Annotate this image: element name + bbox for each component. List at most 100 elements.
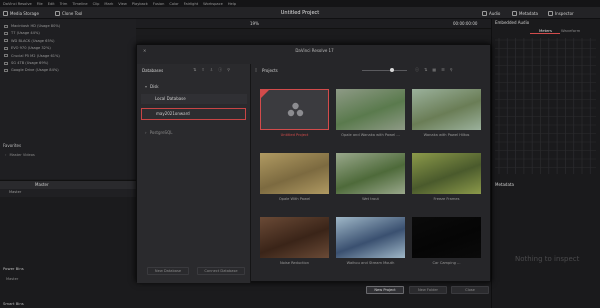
menu-item[interactable]: File bbox=[37, 2, 43, 6]
drive-icon bbox=[4, 24, 8, 28]
drive-icon bbox=[4, 39, 8, 43]
zoom-level[interactable]: 19% bbox=[250, 21, 259, 26]
project-tile[interactable]: Untitled Project bbox=[260, 89, 329, 143]
close-button[interactable]: Close bbox=[451, 286, 489, 294]
download-icon[interactable]: ⇩ bbox=[210, 67, 213, 73]
project-tile[interactable]: Waihou and Stream Mouth bbox=[336, 217, 405, 271]
empty-inspector-text: Nothing to inspect bbox=[515, 255, 580, 263]
menu-item[interactable]: Help bbox=[228, 2, 236, 6]
projects-panel: ▯ Projects ⓘ ⇅ ▦ ☰ ⚲ Untitled Project Opa… bbox=[252, 64, 492, 294]
thumbnail-zoom-slider[interactable] bbox=[362, 70, 407, 71]
volume-item[interactable]: WD BLACK (Usage 65%) bbox=[4, 39, 55, 43]
power-bin-master[interactable]: Master bbox=[6, 277, 18, 281]
audio-icon bbox=[482, 10, 487, 16]
list-view-icon[interactable]: ☰ bbox=[441, 67, 445, 73]
search-icon[interactable]: ⚲ bbox=[227, 67, 230, 73]
menu-item[interactable]: View bbox=[118, 2, 127, 6]
info-icon[interactable]: ⓘ bbox=[218, 67, 222, 73]
project-name: Waihou and Stream Mouth bbox=[346, 261, 395, 265]
local-database-item[interactable]: Local Database bbox=[141, 94, 247, 104]
power-bins-title: Power Bins bbox=[3, 266, 24, 271]
project-tile[interactable]: Opale With Pawel bbox=[260, 153, 329, 207]
volume-label: T7 (Usage 44%) bbox=[11, 31, 40, 36]
project-tile[interactable]: Noise Reduction bbox=[260, 217, 329, 271]
inspector-button[interactable]: Inspector bbox=[548, 9, 574, 17]
metadata-panel-title: Metadata bbox=[495, 182, 514, 187]
bin-item-label: Master bbox=[9, 190, 22, 194]
project-tile[interactable]: Wet trout bbox=[336, 153, 405, 207]
audio-label: Audio bbox=[489, 10, 501, 16]
project-name: Car Camping ... bbox=[432, 261, 461, 265]
upload-icon[interactable]: ⇪ bbox=[201, 67, 204, 73]
volume-item[interactable]: T7 (Usage 44%) bbox=[4, 31, 40, 35]
clone-tool-label: Clone Tool bbox=[62, 10, 83, 16]
drive-icon bbox=[4, 61, 8, 65]
search-icon[interactable]: ⚲ bbox=[450, 67, 453, 73]
project-thumbnail bbox=[336, 89, 405, 130]
disk-group: ▾ Disk bbox=[145, 84, 159, 89]
volume-item[interactable]: Macintosh HD (Usage 80%) bbox=[4, 24, 60, 28]
volume-label: SG 4TB (Usage 69%) bbox=[11, 61, 49, 65]
sort-icon[interactable]: ⇅ bbox=[193, 67, 196, 73]
metadata-button[interactable]: Metadata bbox=[512, 9, 538, 17]
sort-icon[interactable]: ⇅ bbox=[424, 67, 427, 73]
tab-waveform[interactable]: Waveform bbox=[561, 28, 580, 33]
project-tile[interactable]: Wanaka with Pawel Hiltos bbox=[412, 89, 481, 143]
menu-item[interactable]: Playback bbox=[132, 2, 148, 6]
project-tile[interactable]: Car Camping ... bbox=[412, 217, 481, 271]
menu-item[interactable]: Clip bbox=[93, 2, 100, 6]
menu-item[interactable]: Color bbox=[169, 2, 178, 6]
volume-item[interactable]: SG 4TB (Usage 69%) bbox=[4, 61, 48, 65]
volume-item[interactable]: EVO 970 (Usage 32%) bbox=[4, 46, 51, 50]
menu-item[interactable]: Fusion bbox=[153, 2, 165, 6]
project-tile[interactable]: Opale and Wanaka with Pawel ... bbox=[336, 89, 405, 143]
menu-item[interactable]: Timeline bbox=[72, 2, 87, 6]
resolve-logo-icon bbox=[261, 90, 304, 117]
inspector-label: Inspector bbox=[555, 10, 574, 16]
clone-tool-icon bbox=[55, 10, 60, 16]
projects-header: Projects bbox=[262, 68, 278, 73]
drive-icon bbox=[4, 54, 8, 58]
menu-item[interactable]: Mark bbox=[104, 2, 113, 6]
inspector-icon bbox=[548, 10, 553, 16]
menu-item[interactable]: Edit bbox=[48, 2, 55, 6]
chevron-down-icon: ▾ bbox=[145, 84, 148, 89]
top-toolbar: Media Storage Clone Tool Untitled Projec… bbox=[0, 7, 600, 19]
new-project-button[interactable]: New Project bbox=[366, 286, 404, 294]
menu-item[interactable]: Fairlight bbox=[184, 2, 198, 6]
media-storage-button[interactable]: Media Storage bbox=[3, 9, 39, 17]
menu-item[interactable]: DaVinci Resolve bbox=[3, 2, 32, 6]
menu-bar: DaVinci Resolve File Edit Trim Timeline Clip M… bbox=[0, 0, 600, 7]
menu-item[interactable]: Trim bbox=[60, 2, 68, 6]
project-name: Noise Reduction bbox=[279, 261, 310, 265]
connect-database-button[interactable]: Connect Database bbox=[197, 267, 245, 275]
dialog-title: DaVinci Resolve 17 bbox=[295, 48, 334, 53]
info-icon[interactable]: ⓘ bbox=[415, 67, 419, 73]
project-manager-dialog: ✕ DaVinci Resolve 17 Databases ⇅ ⇪ ⇩ ⓘ ⚲… bbox=[136, 44, 492, 294]
selected-database-item[interactable]: may2021onward bbox=[141, 108, 246, 120]
grid-view-icon[interactable]: ▦ bbox=[432, 67, 436, 73]
new-folder-button[interactable]: New Folder bbox=[409, 286, 447, 294]
project-name: Freeze Frames bbox=[433, 197, 460, 201]
audio-meter-grid bbox=[495, 38, 596, 174]
audio-panel-title: Embedded Audio bbox=[495, 20, 530, 25]
sidebar-toggle-icon[interactable]: ▯ bbox=[255, 67, 257, 72]
bin-item-master[interactable]: Master bbox=[0, 189, 136, 197]
viewer-toolbar: 19% 00:00:00:00 bbox=[136, 19, 491, 29]
new-database-button[interactable]: New Database bbox=[147, 267, 189, 275]
project-thumbnail bbox=[260, 89, 329, 130]
project-tile[interactable]: Freeze Frames bbox=[412, 153, 481, 207]
favorite-item-label: Master Videos bbox=[9, 153, 35, 157]
clone-tool-button[interactable]: Clone Tool bbox=[55, 9, 82, 17]
audio-button[interactable]: Audio bbox=[482, 9, 500, 17]
thumbnail-zoom-handle[interactable] bbox=[390, 68, 394, 72]
project-thumbnail bbox=[412, 217, 481, 258]
favorite-item[interactable]: › Master Videos bbox=[5, 153, 35, 157]
volume-item[interactable]: Crucial P5 M2 (Usage 61%) bbox=[4, 54, 60, 58]
chevron-right-icon: › bbox=[5, 153, 7, 157]
volume-item[interactable]: Google Drive (Usage 84%) bbox=[4, 68, 59, 72]
media-storage-label: Media Storage bbox=[10, 10, 39, 16]
menu-item[interactable]: Workspace bbox=[203, 2, 223, 6]
postgresql-group[interactable]: › PostgreSQL bbox=[145, 130, 172, 135]
volume-label: Macintosh HD (Usage 80%) bbox=[11, 24, 61, 28]
